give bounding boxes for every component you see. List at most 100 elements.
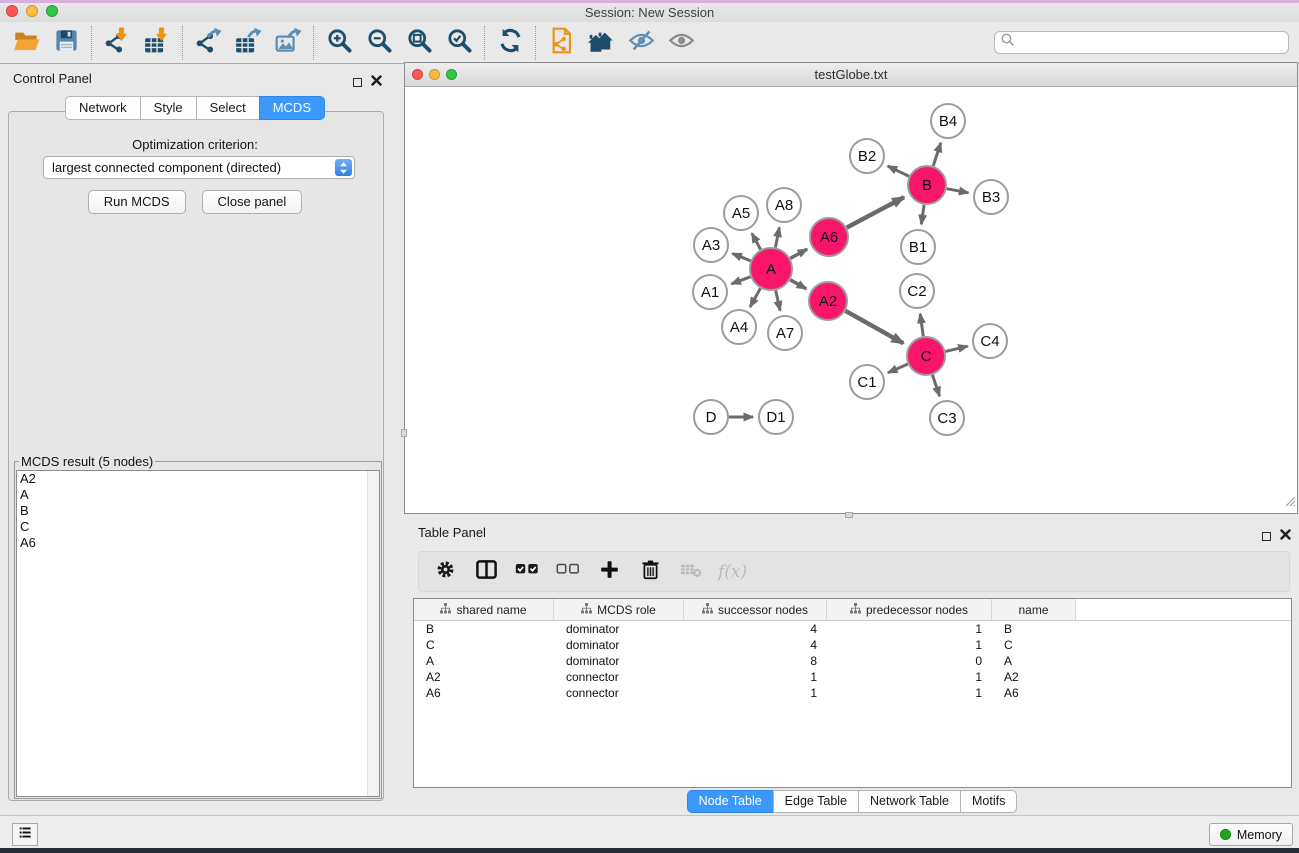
show-graphics-button[interactable]: [661, 25, 701, 61]
open-button[interactable]: [6, 25, 46, 61]
node-B2[interactable]: B2: [850, 139, 884, 173]
tab-mcds[interactable]: MCDS: [259, 96, 325, 120]
table-cell[interactable]: A: [414, 653, 554, 669]
table-cell[interactable]: C: [992, 637, 1076, 653]
refresh-button[interactable]: [490, 25, 530, 61]
node-A1[interactable]: A1: [693, 275, 727, 309]
table-cell[interactable]: A2: [414, 669, 554, 685]
zoom-fit-button[interactable]: [399, 25, 439, 61]
node-D[interactable]: D: [694, 400, 728, 434]
network-file-button[interactable]: [541, 25, 581, 61]
table-cell[interactable]: C: [414, 637, 554, 653]
tab-network[interactable]: Network: [65, 96, 141, 120]
memory-button[interactable]: Memory: [1209, 823, 1293, 846]
table-cell[interactable]: A6: [992, 685, 1076, 701]
edge-A-A5[interactable]: [752, 233, 761, 249]
edge-A-A1[interactable]: [732, 277, 751, 284]
table-float-panel-icon[interactable]: [1262, 532, 1271, 541]
gear-button[interactable]: [431, 557, 459, 587]
table-cell[interactable]: dominator: [554, 653, 684, 669]
tab-style[interactable]: Style: [140, 96, 197, 120]
table-cell[interactable]: 1: [827, 621, 992, 637]
tab-select[interactable]: Select: [196, 96, 260, 120]
table-cell[interactable]: 1: [827, 685, 992, 701]
table-cell[interactable]: B: [992, 621, 1076, 637]
node-B3[interactable]: B3: [974, 180, 1008, 214]
zoom-selected-button[interactable]: [439, 25, 479, 61]
edge-C-C4[interactable]: [946, 346, 968, 351]
table-cell[interactable]: 1: [684, 685, 827, 701]
delete-button[interactable]: [636, 557, 664, 587]
table-tab-network-table[interactable]: Network Table: [858, 790, 961, 813]
table-close-panel-icon[interactable]: [1280, 527, 1291, 545]
table-tab-edge-table[interactable]: Edge Table: [773, 790, 859, 813]
edge-C-C2[interactable]: [920, 314, 923, 336]
table-tab-motifs[interactable]: Motifs: [960, 790, 1017, 813]
deselect-all-button[interactable]: [554, 557, 582, 587]
node-A7[interactable]: A7: [768, 316, 802, 350]
zoom-in-button[interactable]: [319, 25, 359, 61]
search-field[interactable]: [994, 31, 1289, 54]
node-B1[interactable]: B1: [901, 230, 935, 264]
node-A3[interactable]: A3: [694, 228, 728, 262]
table-row[interactable]: A6connector11A6: [414, 685, 1291, 701]
mcds-result-item[interactable]: C: [17, 519, 379, 535]
network-canvas[interactable]: B4B2BB3A8A5A6A3B1AA1C2A2A4A7C4CC1C3DD1: [405, 87, 1297, 513]
table-tab-node-table[interactable]: Node Table: [687, 790, 774, 813]
edge-B-B2[interactable]: [888, 166, 909, 176]
node-C4[interactable]: C4: [973, 324, 1007, 358]
mcds-result-item[interactable]: A: [17, 487, 379, 503]
mcds-result-item[interactable]: B: [17, 503, 379, 519]
column-header-predecessor-nodes[interactable]: predecessor nodes: [827, 599, 992, 620]
table-cell[interactable]: 1: [827, 637, 992, 653]
save-button[interactable]: [46, 25, 86, 61]
add-button[interactable]: [595, 557, 623, 587]
node-B[interactable]: B: [908, 166, 946, 204]
node-C1[interactable]: C1: [850, 365, 884, 399]
edge-A-A6[interactable]: [790, 249, 807, 258]
table-row[interactable]: Adominator80A: [414, 653, 1291, 669]
table-cell[interactable]: 4: [684, 637, 827, 653]
columns-button[interactable]: [472, 557, 500, 587]
node-A8[interactable]: A8: [767, 188, 801, 222]
network-window-titlebar[interactable]: testGlobe.txt: [405, 63, 1297, 87]
table-cell[interactable]: 1: [684, 669, 827, 685]
node-C[interactable]: C: [907, 337, 945, 375]
hide-graphics-button[interactable]: [621, 25, 661, 61]
edge-A-A3[interactable]: [732, 254, 750, 261]
table-row[interactable]: A2connector11A2: [414, 669, 1291, 685]
table-cell[interactable]: A6: [414, 685, 554, 701]
edge-A-A8[interactable]: [775, 228, 779, 248]
result-scrollbar[interactable]: [367, 471, 379, 796]
table-cell[interactable]: A2: [992, 669, 1076, 685]
table-row[interactable]: Cdominator41C: [414, 637, 1291, 653]
edge-B-B3[interactable]: [947, 189, 969, 193]
export-network-button[interactable]: [188, 25, 228, 61]
export-table-button[interactable]: [228, 25, 268, 61]
node-C2[interactable]: C2: [900, 274, 934, 308]
search-input[interactable]: [1016, 34, 1288, 52]
column-header-MCDS-role[interactable]: MCDS role: [554, 599, 684, 620]
close-panel-icon[interactable]: [371, 73, 382, 91]
home-button[interactable]: [581, 25, 621, 61]
node-C3[interactable]: C3: [930, 401, 964, 435]
mcds-result-item[interactable]: A6: [17, 535, 379, 551]
close-panel-button[interactable]: Close panel: [202, 190, 303, 214]
node-B4[interactable]: B4: [931, 104, 965, 138]
node-A[interactable]: A: [750, 248, 792, 290]
float-panel-icon[interactable]: [353, 78, 362, 87]
run-mcds-button[interactable]: Run MCDS: [88, 190, 186, 214]
select-all-button[interactable]: [513, 557, 541, 587]
edge-B-B4[interactable]: [933, 143, 941, 166]
table-cell[interactable]: dominator: [554, 621, 684, 637]
import-table-button[interactable]: [137, 25, 177, 61]
edge-C-C3[interactable]: [932, 375, 939, 396]
edge-A-A7[interactable]: [776, 291, 780, 311]
table-cell[interactable]: 4: [684, 621, 827, 637]
frame-resize-tick-left[interactable]: [401, 429, 407, 437]
column-header-shared-name[interactable]: shared name: [414, 599, 554, 620]
table-cell[interactable]: A: [992, 653, 1076, 669]
edge-A6-B[interactable]: [847, 197, 904, 227]
resize-grip-icon[interactable]: [1283, 494, 1296, 512]
edge-B-B1[interactable]: [921, 205, 924, 224]
